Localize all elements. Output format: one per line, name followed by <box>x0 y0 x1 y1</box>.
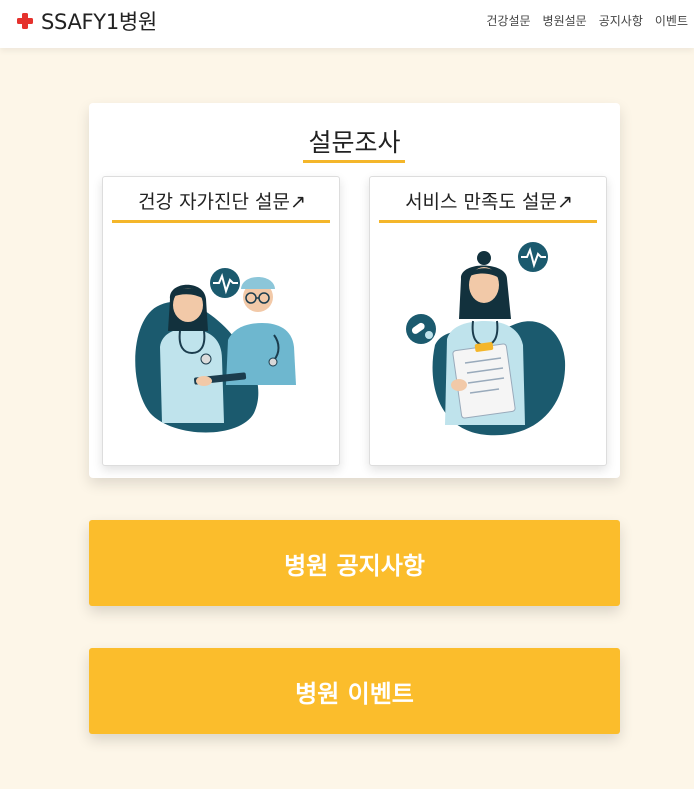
survey-panel: 설문조사 건강 자가진단 설문↗ 서비스 만족도 설문↗ <box>89 103 620 478</box>
hospital-event-button-label: 병원 이벤트 <box>295 679 414 708</box>
health-self-check-survey-card[interactable]: 건강 자가진단 설문↗ <box>102 176 340 466</box>
brand-name: SSAFY1병원 <box>41 10 157 34</box>
nurse-clipboard-illustration-icon <box>406 242 566 436</box>
top-navigation-bar: SSAFY1병원 건강설문 병원설문 공지사항 이벤트 <box>0 0 694 48</box>
medical-cross-icon <box>17 13 33 29</box>
health-survey-card-title: 건강 자가진단 설문↗ <box>138 191 306 213</box>
satisfaction-survey-card-title: 서비스 만족도 설문↗ <box>405 191 573 213</box>
brand-logo[interactable]: SSAFY1병원 <box>16 6 157 36</box>
survey-section-title: 설문조사 <box>308 128 401 157</box>
main-nav: 건강설문 병원설문 공지사항 이벤트 <box>474 12 688 29</box>
card-title-underline <box>379 220 597 223</box>
doctors-illustration-icon <box>135 268 296 433</box>
nav-events[interactable]: 이벤트 <box>655 12 688 29</box>
nav-hospital-survey[interactable]: 병원설문 <box>543 12 587 29</box>
hospital-event-button[interactable]: 병원 이벤트 <box>89 648 620 734</box>
nav-health-survey[interactable]: 건강설문 <box>486 12 530 29</box>
nav-notices[interactable]: 공지사항 <box>599 12 643 29</box>
service-satisfaction-survey-card[interactable]: 서비스 만족도 설문↗ <box>369 176 607 466</box>
card-title-underline <box>112 220 330 223</box>
hospital-notice-button-label: 병원 공지사항 <box>284 551 425 580</box>
title-underline <box>303 160 405 163</box>
hospital-notice-button[interactable]: 병원 공지사항 <box>89 520 620 606</box>
